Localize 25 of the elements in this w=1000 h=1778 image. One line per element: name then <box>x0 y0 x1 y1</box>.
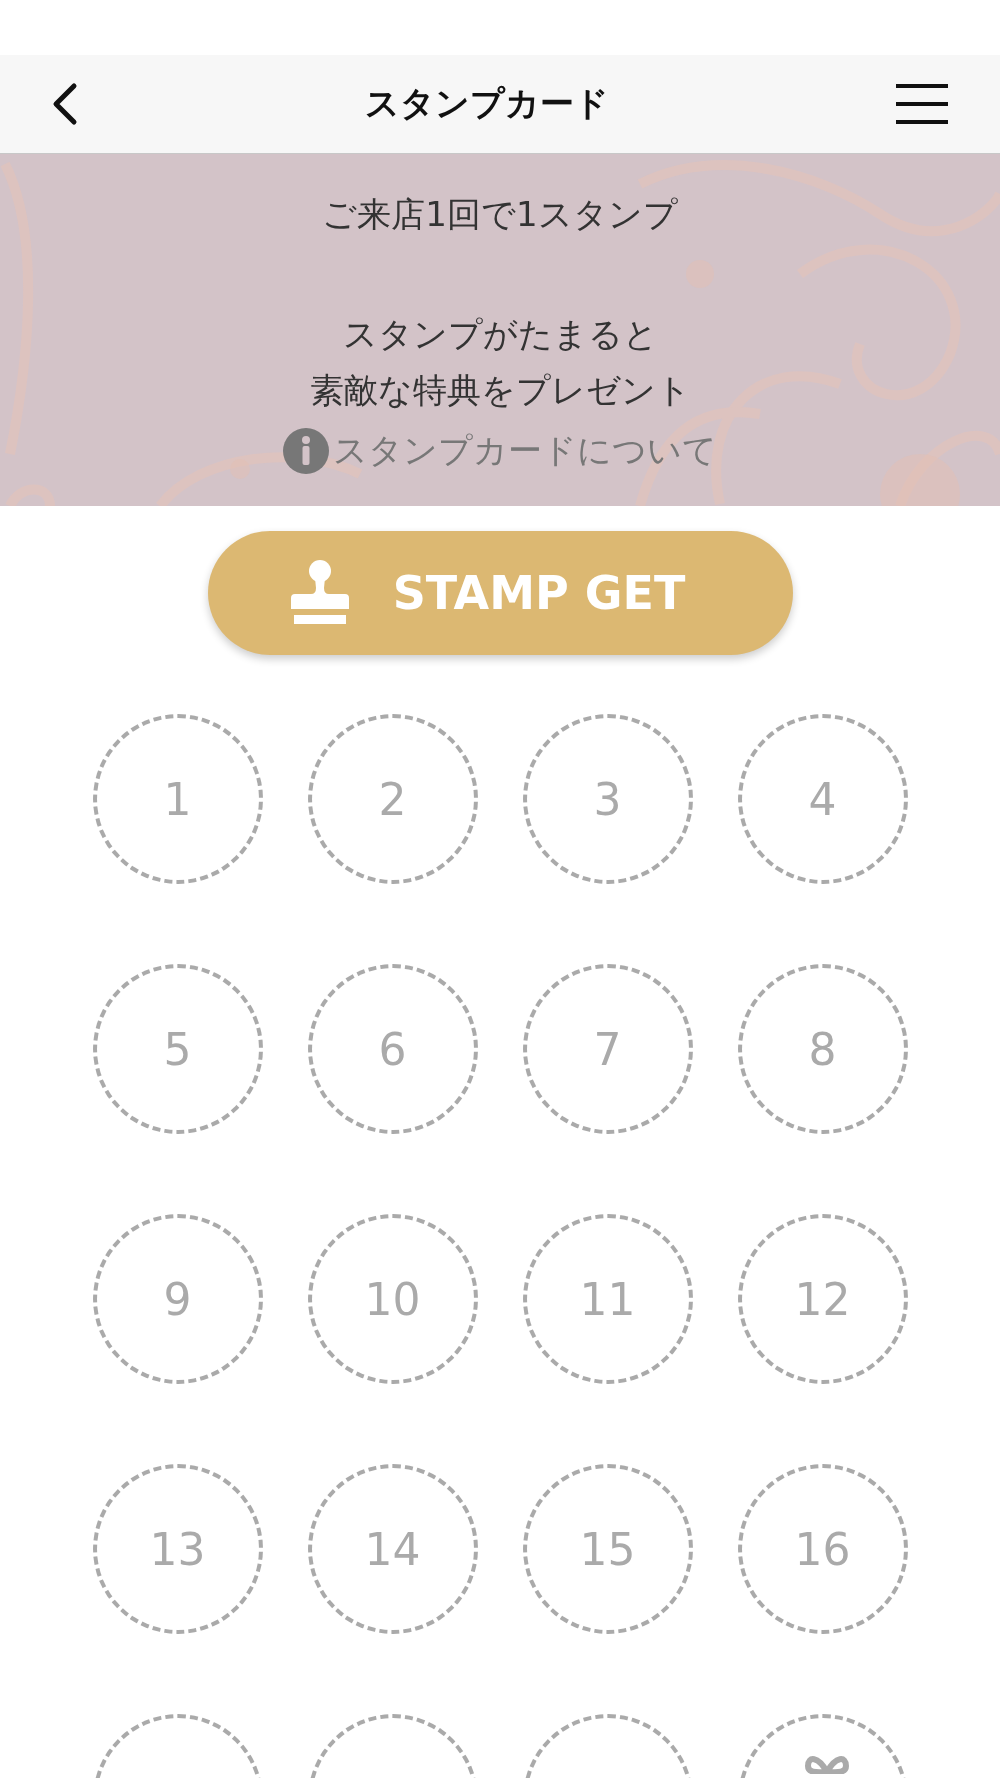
info-link[interactable]: スタンプカードについて <box>283 428 717 474</box>
stamp-icon <box>290 560 349 626</box>
banner-text: ご来店1回で1スタンプ <box>322 193 678 236</box>
stamp-slot: 7 <box>522 964 693 1134</box>
stamp-slot: 4 <box>737 714 908 884</box>
banner-text: 素敵な特典をプレゼント <box>309 369 691 412</box>
stamp-slot: 5 <box>92 964 263 1134</box>
stamp-slot: 1 <box>92 714 263 884</box>
info-icon <box>283 428 329 474</box>
stamp-slot: 6 <box>307 964 478 1134</box>
menu-icon[interactable] <box>894 83 950 125</box>
stamp-slot: 12 <box>737 1214 908 1384</box>
stamp-slot: 2 <box>307 714 478 884</box>
stamp-slot: 13 <box>92 1464 263 1634</box>
stamp-slot: 11 <box>522 1214 693 1384</box>
stamp-slot: 9 <box>92 1214 263 1384</box>
stamp-slot: 3 <box>522 714 693 884</box>
stamp-get-button[interactable]: STAMP GET <box>207 531 793 655</box>
stamp-slot: 14 <box>307 1464 478 1634</box>
stamp-slot: 10 <box>307 1214 478 1384</box>
page-title: スタンプカード <box>365 82 609 125</box>
banner-text: スタンプがたまると <box>342 313 658 356</box>
stamp-slot: 15 <box>522 1464 693 1634</box>
stamp-slot: 8 <box>737 964 908 1134</box>
stamp-slot: 16 <box>737 1464 908 1634</box>
